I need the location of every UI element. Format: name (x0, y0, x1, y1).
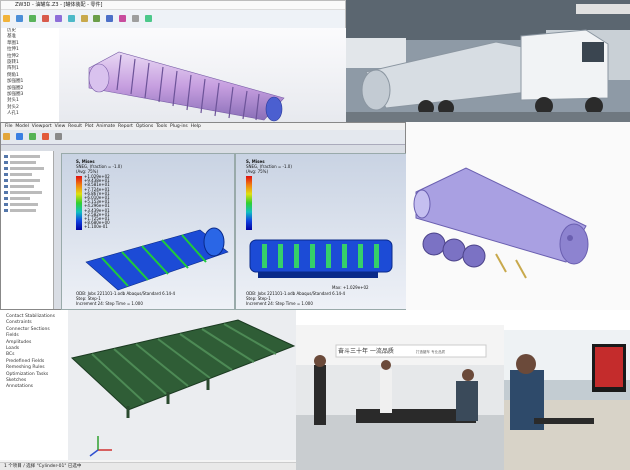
revolve-icon[interactable] (67, 15, 75, 22)
office-banner-sub: 打造罐车 专业品质 (416, 350, 446, 354)
contour-avg: (Avg: 75%) (246, 169, 269, 174)
tree-lines (4, 155, 44, 212)
legend-values: +1.029e+02 +9.438e+01 +8.581e+01 +7.724e… (84, 174, 110, 230)
cad-toolbar (1, 10, 345, 29)
stress-tank-model (85, 227, 229, 291)
lower-cad-window: Contact Stabilizations Constraints Conne… (0, 310, 296, 470)
menu-item[interactable]: Model (15, 124, 29, 129)
increment-info: Increment 24: Step Time = 1.000 (76, 301, 143, 306)
open-odb-icon[interactable] (3, 133, 10, 140)
menu-item[interactable]: Options (136, 124, 153, 129)
desk-scene (504, 330, 630, 470)
menu-item[interactable]: Help (191, 124, 201, 129)
cad-title-bar: ZW3D - 油罐车.Z3 - [罐体装配 - 零件] (1, 1, 345, 10)
stress-tank-model-side (249, 239, 393, 278)
open-icon[interactable] (15, 15, 23, 22)
color-legend-bar (76, 176, 82, 230)
animate-icon[interactable] (41, 133, 49, 140)
office-scene (296, 325, 504, 470)
view-icon[interactable] (132, 15, 140, 22)
lower-model-tree: Contact Stabilizations Constraints Conne… (0, 310, 69, 460)
max-value: Max: +1.029e+02 (332, 285, 369, 290)
zoom-icon[interactable] (54, 133, 62, 140)
engineer-at-desk-photo (504, 330, 630, 470)
new-file-icon[interactable] (3, 15, 10, 22)
tree-item[interactable]: 人孔1 (1, 111, 59, 117)
contour-plot-icon[interactable] (15, 133, 23, 140)
tanker-truck-photo (346, 0, 630, 122)
cad-history-tree: 历史 基准 草图1 拉伸1 拉伸2 旋转1 阵列1 倒角1 加强圈1 加强圈2 … (1, 28, 60, 122)
render-icon[interactable] (145, 15, 153, 22)
truck-illustration (346, 0, 630, 122)
tank-model-purple (88, 51, 285, 122)
fem-model-tree (1, 151, 54, 309)
result-viewport-left[interactable]: S, Mises SNEG, (fraction = -1.0) (Avg: 7… (61, 153, 235, 310)
fem-menu-bar: File Model Viewport View Result Plot Ani… (1, 123, 405, 130)
measure-icon[interactable] (119, 15, 127, 22)
cad-window: ZW3D - 油罐车.Z3 - [罐体装配 - 零件] 历史 基准 草图1 拉伸… (0, 0, 347, 123)
status-bar: 1 个项目 / 选择 "Cylinder-01" 已选中 (0, 462, 296, 470)
menu-item[interactable]: Viewport (32, 124, 52, 129)
menu-item[interactable]: Tools (156, 124, 167, 129)
fillet-icon[interactable] (80, 15, 88, 22)
office-meeting-photo: 奋斗三十年 一流品质 打造罐车 专业品质 (296, 325, 504, 470)
increment-info: Increment 24: Step Time = 1.000 (246, 301, 313, 306)
menu-item[interactable]: Result (68, 124, 82, 129)
menu-item[interactable]: Animate (96, 124, 115, 129)
undo-icon[interactable] (41, 15, 49, 22)
menu-item[interactable]: Report (118, 124, 133, 129)
assembly-icon[interactable] (106, 15, 114, 22)
tank-render-3d (406, 122, 630, 310)
deformed-shape-icon[interactable] (28, 133, 36, 140)
menu-item[interactable]: Plug-ins (170, 124, 188, 129)
fem-toolbar (1, 130, 405, 145)
green-tank-model (68, 310, 296, 460)
result-viewport-right[interactable]: S, Mises SNEG, (fraction = -1.0) (Avg: 7… (235, 153, 407, 310)
fem-window: File Model Viewport View Result Plot Ani… (0, 122, 407, 310)
cad-viewport[interactable] (59, 28, 347, 123)
extrude-icon[interactable] (54, 15, 62, 22)
tree-item[interactable]: Annotations (0, 384, 68, 390)
tank-trailer-render (413, 167, 589, 279)
save-icon[interactable] (28, 15, 36, 22)
menu-item[interactable]: View (55, 124, 66, 129)
menu-item[interactable]: File (5, 124, 13, 129)
color-legend-bar (246, 176, 252, 230)
pattern-icon[interactable] (93, 15, 101, 22)
menu-item[interactable]: Plot (85, 124, 93, 129)
office-banner: 奋斗三十年 一流品质 (338, 348, 394, 355)
lower-viewport[interactable] (68, 310, 296, 460)
